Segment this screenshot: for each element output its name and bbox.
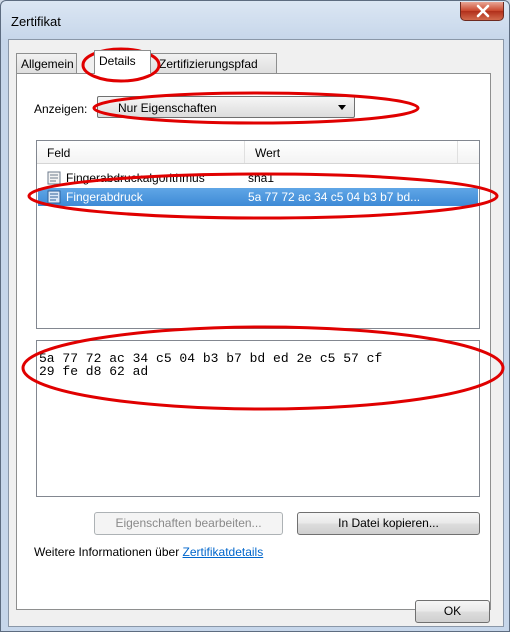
title-bar[interactable]: Zertifikat bbox=[1, 1, 509, 39]
ok-button[interactable]: OK bbox=[415, 600, 490, 623]
column-header-feld[interactable]: Feld bbox=[47, 146, 70, 160]
close-button[interactable] bbox=[460, 2, 504, 21]
value-textbox[interactable]: 5a 77 72 ac 34 c5 04 b3 b7 bd ed 2e c5 5… bbox=[36, 340, 480, 497]
field-name: Fingerabdruckalgorithmus bbox=[66, 171, 205, 185]
field-name: Fingerabdruck bbox=[66, 190, 143, 204]
tab-zertifizierungspfad[interactable]: Zertifizierungspfad bbox=[150, 53, 277, 74]
column-header-wert[interactable]: Wert bbox=[255, 146, 280, 160]
filter-selected-value: Nur Eigenschaften bbox=[118, 101, 217, 115]
document-icon bbox=[47, 190, 61, 204]
tab-details[interactable]: Details bbox=[94, 50, 151, 74]
copy-to-file-button[interactable]: In Datei kopieren... bbox=[297, 512, 480, 535]
filter-label: Anzeigen: bbox=[34, 102, 88, 116]
tab-allgemein[interactable]: Allgemein bbox=[16, 53, 77, 74]
column-separator[interactable] bbox=[457, 141, 458, 163]
tab-label: Zertifizierungspfad bbox=[159, 57, 258, 71]
list-item[interactable]: Fingerabdruckalgorithmus sha1 bbox=[38, 169, 478, 187]
column-separator[interactable] bbox=[244, 141, 245, 163]
close-icon bbox=[476, 4, 490, 18]
edit-properties-button[interactable]: Eigenschaften bearbeiten... bbox=[94, 512, 283, 535]
filter-dropdown[interactable]: Nur Eigenschaften bbox=[97, 96, 355, 118]
certificate-details-link[interactable]: Zertifikatdetails bbox=[183, 545, 264, 559]
field-value: sha1 bbox=[248, 171, 275, 185]
tab-label: Details bbox=[99, 54, 136, 68]
info-text: Weitere Informationen über bbox=[34, 545, 183, 559]
field-value: 5a 77 72 ac 34 c5 04 b3 b7 bd... bbox=[248, 190, 421, 204]
document-icon bbox=[47, 171, 61, 185]
fields-list[interactable]: Feld Wert Fingerabdruckalgorithmus sha1 … bbox=[36, 140, 480, 329]
tab-label: Allgemein bbox=[21, 57, 74, 71]
list-item-selected[interactable]: Fingerabdruck 5a 77 72 ac 34 c5 04 b3 b7… bbox=[38, 188, 478, 206]
chevron-down-icon bbox=[338, 105, 346, 110]
list-header: Feld Wert bbox=[37, 141, 479, 164]
window-title: Zertifikat bbox=[11, 14, 61, 29]
info-line: Weitere Informationen über Zertifikatdet… bbox=[34, 545, 263, 559]
